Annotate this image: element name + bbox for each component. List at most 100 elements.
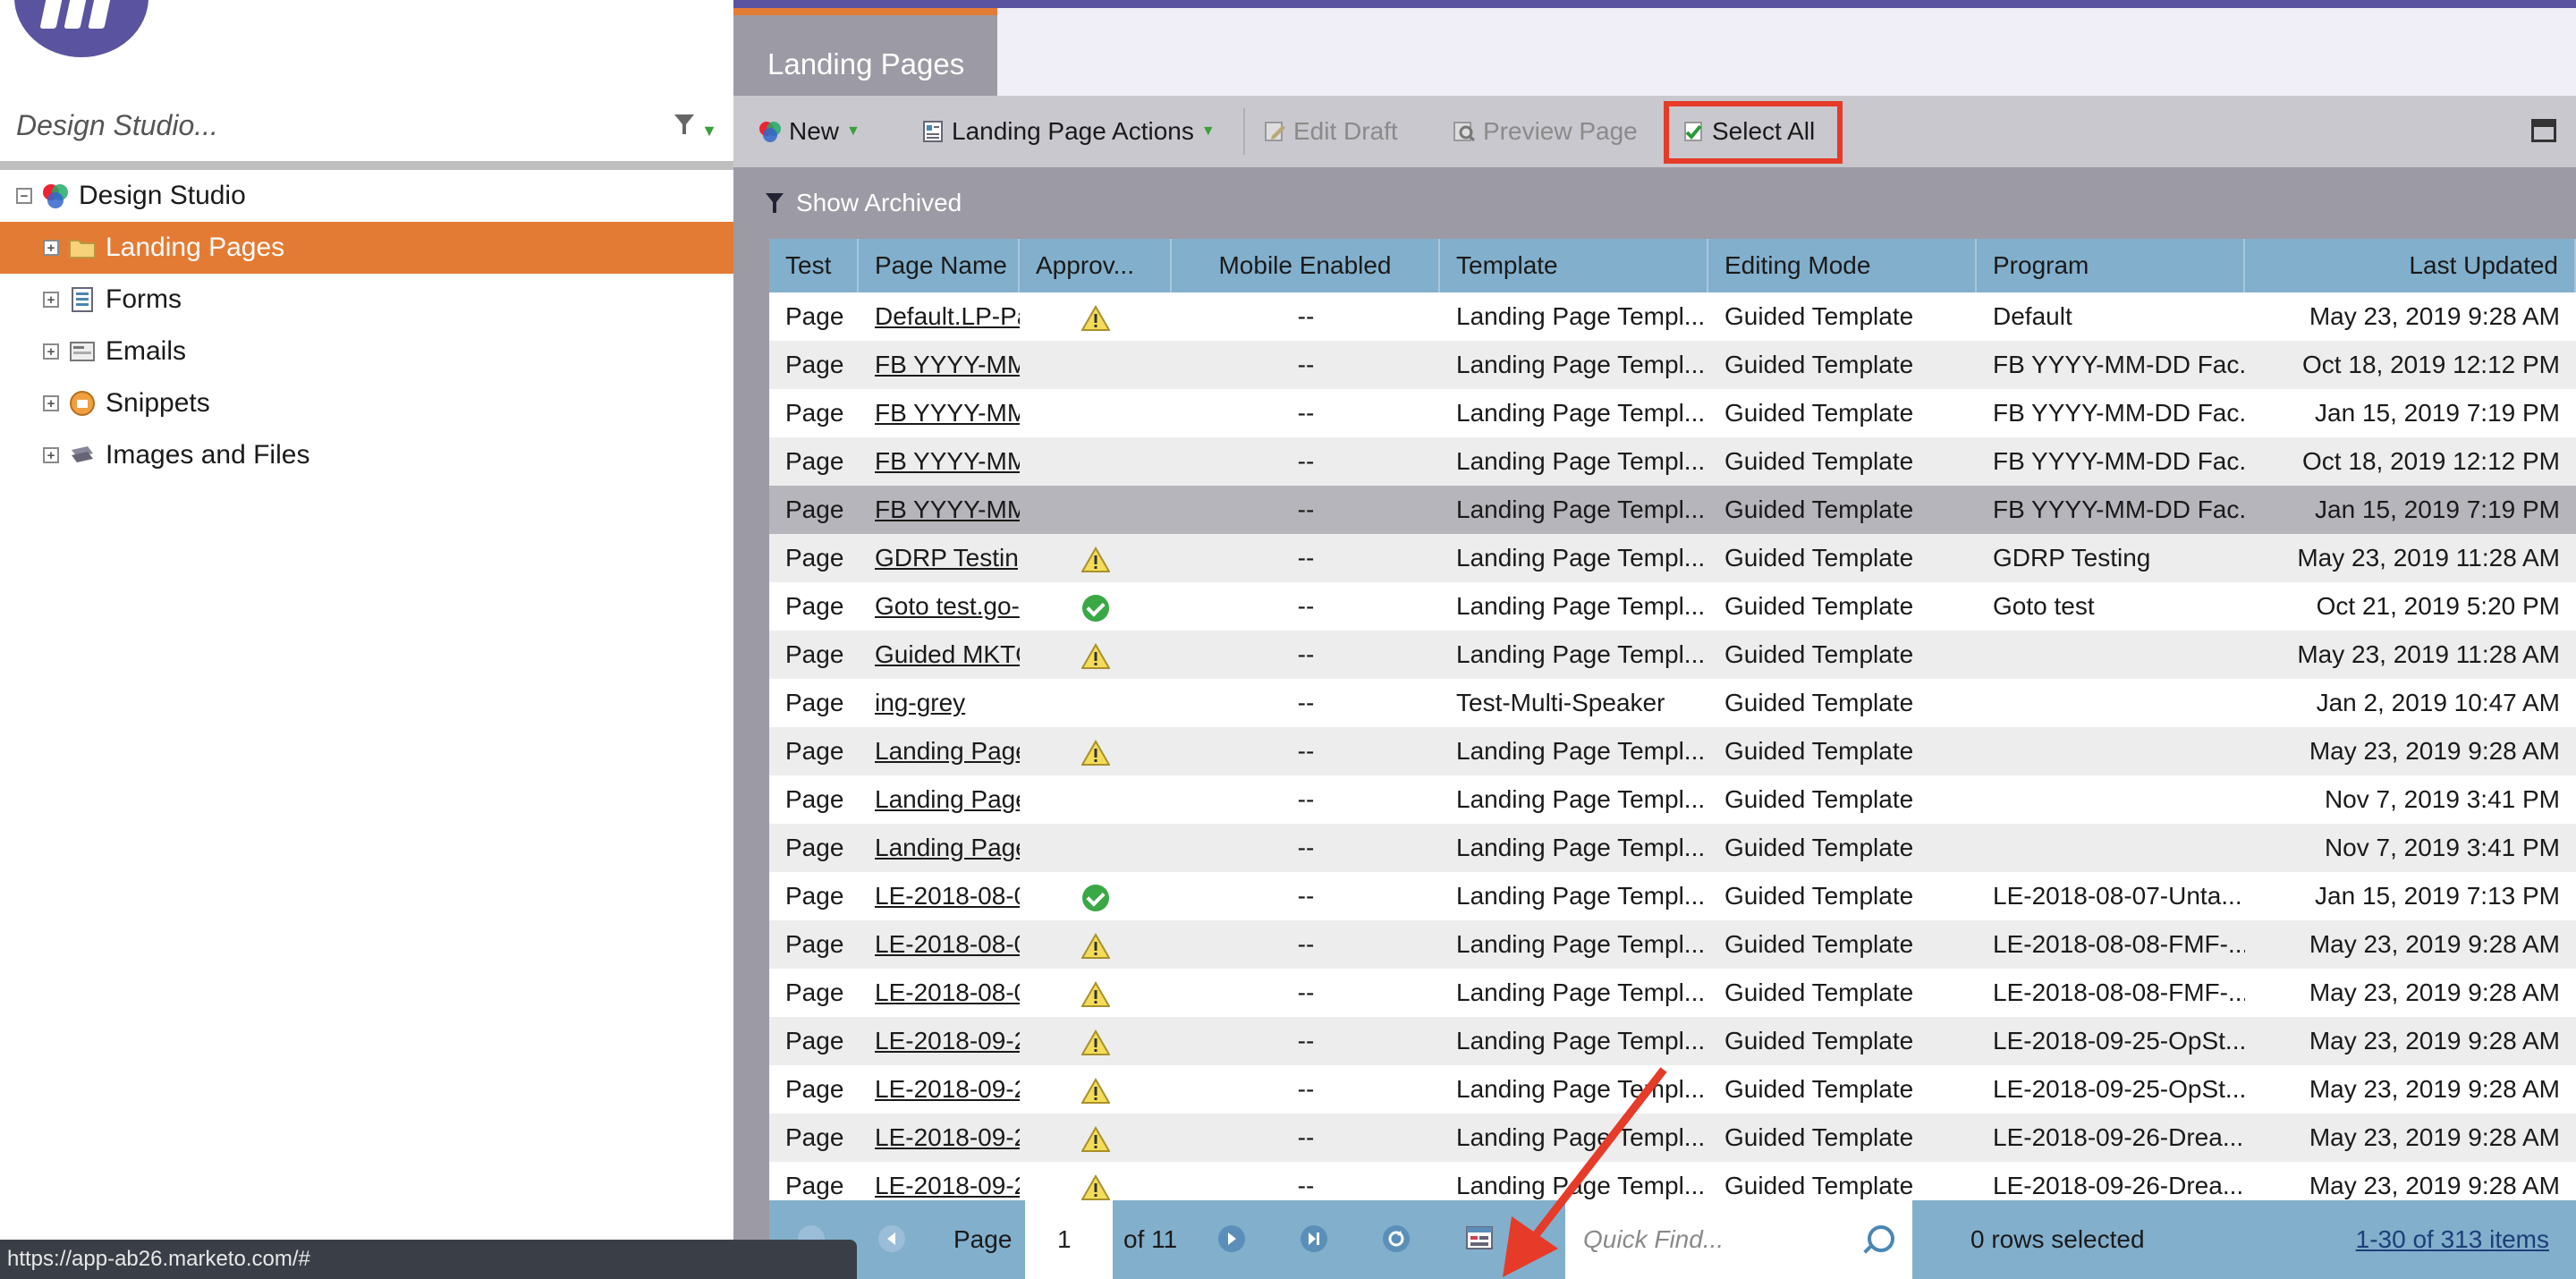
page-name-link[interactable]: LE-2018-08-0: [859, 872, 1020, 920]
column-header-test[interactable]: Test: [769, 239, 859, 292]
column-header-program[interactable]: Program: [1977, 239, 2245, 292]
cell-updated: Jan 15, 2019 7:19 PM: [2315, 496, 2560, 523]
page-name-link[interactable]: FB YYYY-MM-: [859, 437, 1020, 486]
approval-status-cell: [1020, 1114, 1172, 1162]
column-header-template[interactable]: Template: [1440, 239, 1708, 292]
column-header-mobile-enabled[interactable]: Mobile Enabled: [1172, 239, 1440, 292]
page-name-link[interactable]: LE-2018-09-2: [859, 1114, 1020, 1162]
filter-tool-icon[interactable]: ▼: [671, 111, 717, 145]
cell-program: Goto test: [1993, 592, 2095, 620]
table-row[interactable]: Page GDRP Testing -- Landing Page Templ... G…: [769, 534, 2576, 582]
table-row[interactable]: Page LE-2018-08-0 -- Landing Page Templ... G…: [769, 969, 2576, 1017]
sidebar-item-images-and-files[interactable]: + Images and Files: [0, 429, 733, 481]
expand-icon[interactable]: +: [43, 240, 59, 256]
sidebar-item-snippets[interactable]: + Snippets: [0, 377, 733, 429]
edit-draft-button[interactable]: Edit Draft: [1263, 96, 1398, 167]
show-archived-toggle[interactable]: Show Archived: [762, 189, 962, 217]
cell-updated: Nov 7, 2019 3:41 PM: [2324, 785, 2560, 813]
preview-page-button[interactable]: Preview Page: [1453, 96, 1638, 167]
items-count-link[interactable]: 1-30 of 313 items: [2356, 1200, 2549, 1279]
table-row[interactable]: Page Guided MKTC -- Landing Page Templ... Gu…: [769, 631, 2576, 679]
approval-status-cell: [1020, 341, 1172, 389]
sidebar-item-landing-pages[interactable]: + Landing Pages: [0, 222, 733, 274]
last-page-icon[interactable]: [1301, 1225, 1327, 1252]
cell-test: Page: [785, 351, 844, 378]
cell-test: Page: [785, 882, 844, 910]
cell-updated: May 23, 2019 9:28 AM: [2309, 930, 2560, 958]
page-name-link[interactable]: LE-2018-09-2: [859, 1017, 1020, 1065]
column-header-last-updated[interactable]: Last Updated: [2245, 239, 2576, 292]
table-row[interactable]: Page FB YYYY-MM- -- Landing Page Templ... Gu…: [769, 437, 2576, 486]
table-row[interactable]: Page LE-2018-09-2 -- Landing Page Templ... G…: [769, 1017, 2576, 1065]
table-row[interactable]: Page Landing Page -- Landing Page Templ... G…: [769, 824, 2576, 872]
table-row[interactable]: Page Landing Page -- Landing Page Templ... G…: [769, 775, 2576, 824]
table-row[interactable]: Page LE-2018-09-2 -- Landing Page Templ... G…: [769, 1114, 2576, 1162]
page-name-link[interactable]: FB YYYY-MM-: [859, 341, 1020, 389]
page-number-input[interactable]: 1: [1025, 1200, 1113, 1279]
cell-mobile: --: [1297, 592, 1315, 620]
next-page-icon[interactable]: [1218, 1225, 1245, 1252]
maximize-icon[interactable]: [2531, 119, 2556, 142]
sidebar-item-design-studio[interactable]: − Design Studio: [0, 170, 733, 222]
page-name-link[interactable]: FB YYYY-MM-: [859, 389, 1020, 437]
column-header-approv[interactable]: Approv...: [1020, 239, 1172, 292]
table-row[interactable]: Page FB YYYY-MM- -- Landing Page Templ... Gu…: [769, 486, 2576, 534]
column-header-editing-mode[interactable]: Editing Mode: [1708, 239, 1977, 292]
refresh-icon[interactable]: [1383, 1225, 1410, 1252]
page-name-link[interactable]: Default.LP-Pa: [859, 292, 1020, 341]
table-row[interactable]: Page FB YYYY-MM- -- Landing Page Templ... Gu…: [769, 341, 2576, 389]
page-name-link[interactable]: Landing Page: [859, 727, 1020, 775]
table-row[interactable]: Page Landing Page -- Landing Page Templ... G…: [769, 727, 2576, 775]
cell-test: Page: [785, 689, 844, 716]
cell-mobile: --: [1297, 834, 1315, 861]
cell-template: Landing Page Templ...: [1456, 1123, 1706, 1151]
cell-program: LE-2018-09-25-OpSt...: [1993, 1075, 2245, 1103]
page-name-link[interactable]: GDRP Testing: [859, 534, 1020, 582]
page-name-link[interactable]: Landing Page: [859, 775, 1020, 824]
search-icon[interactable]: [1868, 1225, 1894, 1252]
sidebar-item-emails[interactable]: + Emails: [0, 326, 733, 377]
page-name-link[interactable]: LE-2018-08-0: [859, 920, 1020, 969]
rows-selected-label: 0 rows selected: [1970, 1225, 2145, 1253]
cell-test: Page: [785, 399, 844, 427]
table-row[interactable]: Page LE-2018-09-2 -- Landing Page Templ... G…: [769, 1065, 2576, 1114]
landing-page-actions-button[interactable]: Landing Page Actions ▼: [921, 96, 1216, 167]
page-name-link[interactable]: LE-2018-09-2: [859, 1065, 1020, 1114]
new-button[interactable]: New ▼: [758, 96, 860, 167]
column-chooser-icon[interactable]: [1465, 1224, 1496, 1254]
expand-icon[interactable]: +: [43, 343, 59, 360]
cell-updated: Oct 18, 2019 12:12 PM: [2302, 351, 2560, 378]
prev-page-icon[interactable]: [878, 1225, 905, 1252]
table-row[interactable]: Page Default.LP-Pa -- Landing Page Templ...…: [769, 292, 2576, 341]
preview-icon: [1453, 122, 1476, 142]
cell-mode: Guided Template: [1724, 544, 1914, 572]
expand-icon[interactable]: +: [43, 395, 59, 411]
page-name-link[interactable]: LE-2018-08-0: [859, 969, 1020, 1017]
cell-mobile: --: [1297, 978, 1315, 1006]
cell-updated: Jan 15, 2019 7:13 PM: [2315, 882, 2560, 910]
table-row[interactable]: Page ing-grey -- Test-Multi-Speaker Guided T…: [769, 679, 2576, 727]
tree-search[interactable]: Design Studio... ▼: [0, 89, 733, 170]
cell-template: Landing Page Templ...: [1456, 447, 1706, 475]
table-row[interactable]: Page LE-2018-08-0 -- Landing Page Templ... G…: [769, 872, 2576, 920]
column-header-page-name[interactable]: Page Name: [859, 239, 1020, 292]
tab-landing-pages[interactable]: Landing Pages: [733, 8, 997, 96]
marketo-logo[interactable]: [14, 0, 148, 57]
sidebar-item-forms[interactable]: + Forms: [0, 274, 733, 326]
page-name-link[interactable]: FB YYYY-MM-: [859, 486, 1020, 534]
cell-mobile: --: [1297, 930, 1315, 958]
tree-search-input[interactable]: Design Studio...: [16, 109, 218, 142]
page-name-link[interactable]: Guided MKTC: [859, 631, 1020, 679]
expand-icon[interactable]: +: [43, 292, 59, 308]
table-row[interactable]: Page LE-2018-08-0 -- Landing Page Templ... G…: [769, 920, 2576, 969]
page-name-link[interactable]: ing-grey: [859, 679, 1020, 727]
collapse-icon[interactable]: −: [16, 188, 32, 204]
quick-find-input[interactable]: Quick Find...: [1565, 1200, 1912, 1279]
page-name-link[interactable]: Goto test.go-: [859, 582, 1020, 631]
expand-icon[interactable]: +: [43, 447, 59, 463]
cell-template: Landing Page Templ...: [1456, 834, 1706, 861]
table-row[interactable]: Page Goto test.go- -- Landing Page Templ...…: [769, 582, 2576, 631]
table-row[interactable]: Page FB YYYY-MM- -- Landing Page Templ... Gu…: [769, 389, 2576, 437]
cell-test: Page: [785, 496, 844, 523]
page-name-link[interactable]: Landing Page: [859, 824, 1020, 872]
